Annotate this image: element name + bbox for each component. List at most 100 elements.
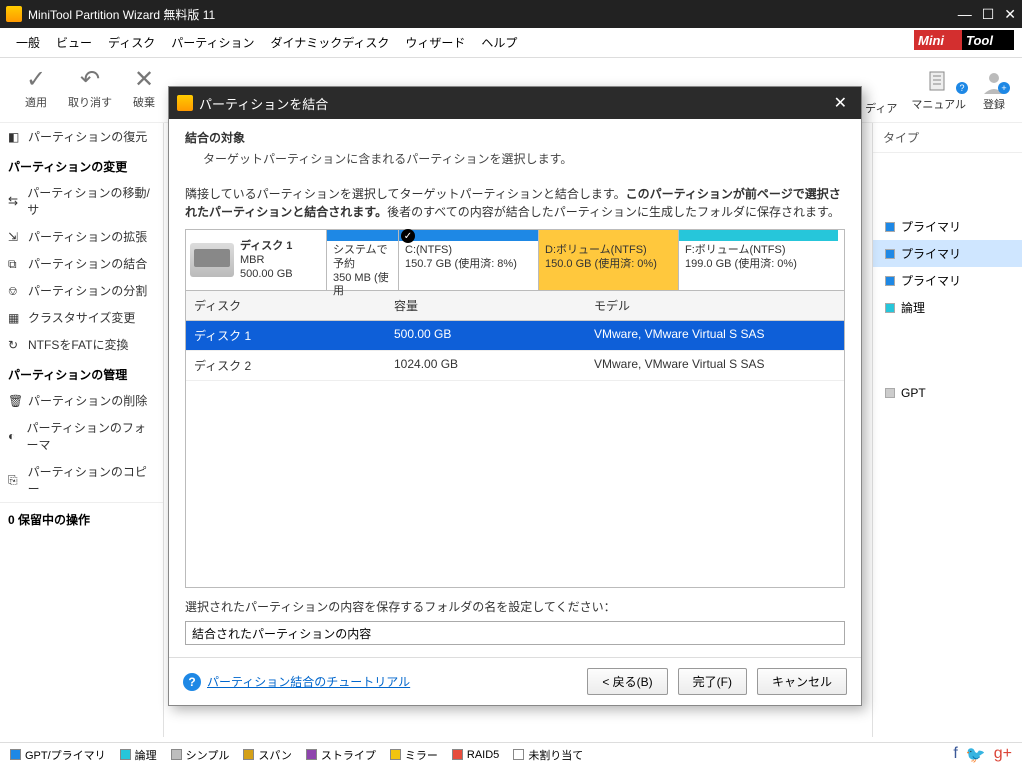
disk-icon	[190, 243, 234, 277]
table-row[interactable]: ディスク 21024.00 GBVMware, VMware Virtual S…	[186, 351, 844, 381]
partition-cell[interactable]: システムで予約350 MB (使用	[326, 230, 398, 290]
app-title: MiniTool Partition Wizard 無料版 11	[28, 6, 958, 23]
type-row-gpt[interactable]: GPT	[873, 381, 1022, 405]
sidebar-item-extend[interactable]: ⇲パーティションの拡張	[0, 223, 163, 250]
legend-item: スパン	[243, 747, 292, 763]
swatch-icon	[885, 249, 895, 259]
legend-bar: GPT/プライマリ論理シンプルスパンストライプミラー RAID5 未割り当て f 🐦…	[0, 742, 1022, 766]
dialog-close-button[interactable]: ✕	[828, 93, 853, 113]
facebook-icon[interactable]: f	[953, 745, 957, 765]
menu-view[interactable]: ビュー	[48, 30, 100, 55]
split-icon: ⎊	[8, 284, 22, 298]
app-icon	[6, 6, 22, 22]
menu-partition[interactable]: パーティション	[163, 30, 262, 55]
extend-icon: ⇲	[8, 230, 22, 244]
disk-table: ディスク 容量 モデル ディスク 1500.00 GBVMware, VMwar…	[185, 291, 845, 588]
folder-name-input[interactable]	[185, 621, 845, 645]
menu-disk[interactable]: ディスク	[100, 30, 163, 55]
manual-icon	[925, 68, 953, 96]
legend-item: 未割り当て	[513, 747, 583, 763]
help-badge-icon: ?	[956, 82, 968, 94]
restore-icon: ◧	[8, 130, 22, 144]
sidebar-item-merge[interactable]: ⧉パーティションの結合	[0, 250, 163, 277]
twitter-icon[interactable]: 🐦	[966, 745, 986, 765]
finish-button[interactable]: 完了(F)	[678, 668, 747, 695]
svg-text:Mini: Mini	[918, 33, 944, 48]
sidebar-item-delete[interactable]: 🗑パーティションの削除	[0, 387, 163, 414]
menu-general[interactable]: 一般	[8, 30, 48, 55]
swatch-icon	[885, 388, 895, 398]
move-icon: ⇆	[8, 194, 21, 208]
merge-dialog: パーティションを結合 ✕ 結合の対象 ターゲットパーティションに含まれるパーティ…	[168, 86, 862, 706]
legend-item: ストライプ	[306, 747, 376, 763]
svg-text:Tool: Tool	[966, 33, 993, 48]
manual-button[interactable]: ? マニュアル	[911, 68, 966, 116]
title-bar: MiniTool Partition Wizard 無料版 11 — ☐ ✕	[0, 0, 1022, 28]
folder-label: 選択されたパーティションの内容を保存するフォルダの名を設定してください：	[185, 598, 845, 615]
add-badge-icon: +	[998, 82, 1010, 94]
dialog-heading: 結合の対象	[185, 129, 845, 146]
partition-cell[interactable]: F:ボリューム(NTFS)199.0 GB (使用済: 0%)	[678, 230, 838, 290]
menu-bar: 一般 ビュー ディスク パーティション ダイナミックディスク ウィザード ヘルプ…	[0, 28, 1022, 58]
copy-icon: ⎘	[8, 473, 22, 487]
partition-cell[interactable]: D:ボリューム(NTFS)150.0 GB (使用済: 0%)	[538, 230, 678, 290]
legend-item: シンプル	[171, 747, 230, 763]
sidebar-item-copy[interactable]: ⎘パーティションのコピー	[0, 458, 163, 502]
register-button[interactable]: + 登録	[980, 68, 1008, 116]
undo-button[interactable]: ↶取り消す	[68, 68, 112, 116]
dialog-title: パーティションを結合	[199, 94, 828, 113]
check-icon: ✓	[401, 229, 415, 243]
type-header: タイプ	[873, 123, 1022, 153]
dialog-notice: 隣接しているパーティションを選択してターゲットパーティションと結合します。このパ…	[185, 185, 845, 221]
type-row[interactable]: プライマリ	[873, 267, 1022, 294]
menu-dynamic[interactable]: ダイナミックディスク	[262, 30, 397, 55]
back-button[interactable]: < 戻る(B)	[587, 668, 667, 695]
sidebar-item-move[interactable]: ⇆パーティションの移動/サ	[0, 179, 163, 223]
cluster-icon: ▦	[8, 311, 22, 325]
swatch-icon	[885, 276, 895, 286]
partition-cell[interactable]: ✓C:(NTFS)150.7 GB (使用済: 8%)	[398, 230, 538, 290]
convert-icon: ↻	[8, 338, 22, 352]
discard-button[interactable]: ✕破棄	[122, 68, 166, 116]
legend-item: RAID5	[452, 747, 499, 763]
googleplus-icon[interactable]: g+	[994, 745, 1012, 765]
menu-wizard[interactable]: ウィザード	[397, 30, 473, 55]
legend-item: 論理	[120, 747, 157, 763]
col-capacity: 容量	[386, 291, 586, 320]
sidebar-item-convert[interactable]: ↻NTFSをFATに変換	[0, 331, 163, 358]
menu-help[interactable]: ヘルプ	[473, 30, 525, 55]
help-icon: ?	[183, 673, 201, 691]
sidebar-group-change: パーティションの変更	[0, 150, 163, 179]
tutorial-link[interactable]: パーティション結合のチュートリアル	[207, 673, 410, 690]
partition-strip: ディスク 1 MBR 500.00 GB システムで予約350 MB (使用✓C…	[185, 229, 845, 291]
pending-operations: 0 保留中の操作	[0, 502, 163, 536]
swatch-icon	[885, 303, 895, 313]
disk-info: ディスク 1 MBR 500.00 GB	[186, 230, 326, 290]
check-icon: ✓	[26, 68, 46, 94]
type-row[interactable]: プライマリ	[873, 213, 1022, 240]
dialog-subheading: ターゲットパーティションに含まれるパーティションを選択します。	[203, 150, 845, 167]
type-row[interactable]: 論理	[873, 294, 1022, 321]
sidebar-item-restore[interactable]: ◧パーティションの復元	[0, 123, 163, 150]
media-button[interactable]: ディア	[865, 68, 897, 116]
swatch-icon	[885, 222, 895, 232]
type-row[interactable]: プライマリ	[873, 240, 1022, 267]
sidebar-item-format[interactable]: ◐パーティションのフォーマ	[0, 414, 163, 458]
sidebar-item-split[interactable]: ⎊パーティションの分割	[0, 277, 163, 304]
cross-icon: ✕	[134, 68, 154, 94]
cancel-button[interactable]: キャンセル	[757, 668, 847, 695]
minimize-button[interactable]: —	[958, 6, 972, 23]
legend-item: GPT/プライマリ	[10, 747, 106, 763]
sidebar-item-cluster[interactable]: ▦クラスタサイズ変更	[0, 304, 163, 331]
legend-item: ミラー	[390, 747, 438, 763]
merge-icon: ⧉	[8, 257, 22, 271]
apply-button[interactable]: ✓適用	[14, 68, 58, 116]
dialog-icon	[177, 95, 193, 111]
table-row[interactable]: ディスク 1500.00 GBVMware, VMware Virtual S …	[186, 321, 844, 351]
close-button[interactable]: ✕	[1004, 6, 1016, 23]
maximize-button[interactable]: ☐	[982, 6, 995, 23]
undo-icon: ↶	[80, 68, 100, 94]
col-model: モデル	[586, 291, 844, 320]
sidebar-group-manage: パーティションの管理	[0, 358, 163, 387]
right-panel: タイプ プライマリ プライマリ プライマリ 論理 GPT	[872, 123, 1022, 737]
